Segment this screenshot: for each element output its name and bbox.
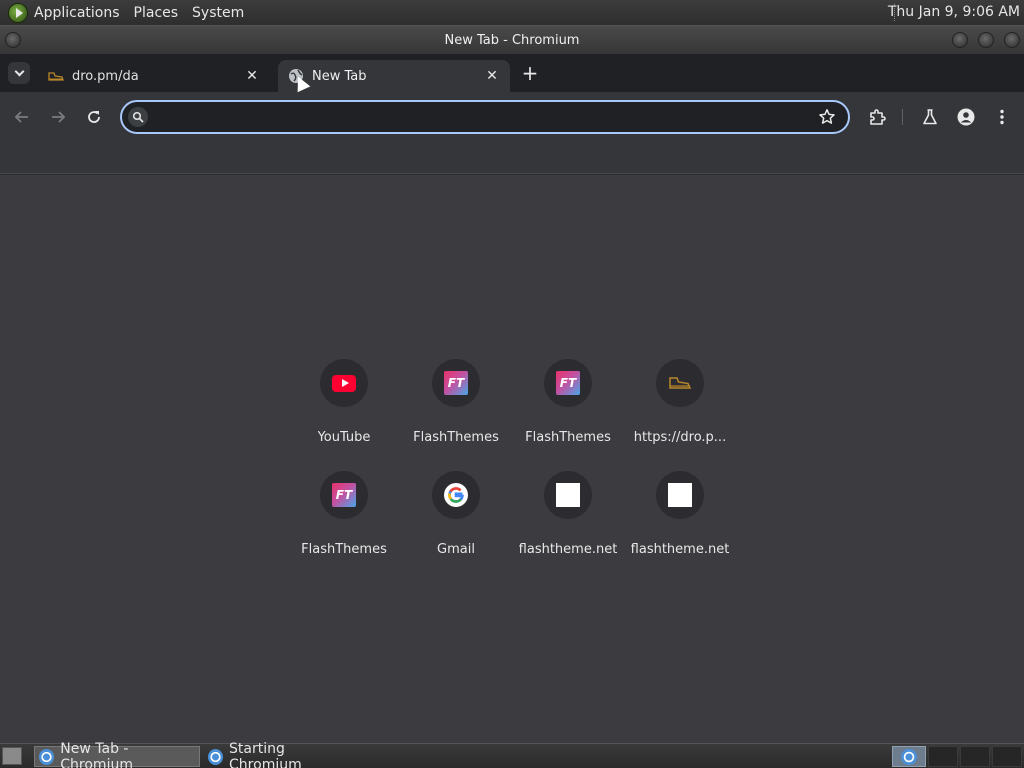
new-tab-button[interactable]: +: [518, 62, 542, 86]
arrow-left-icon: [14, 111, 28, 123]
bookmark-bar: [0, 142, 1024, 174]
window-title: New Tab - Chromium: [444, 32, 580, 48]
workspace-switcher-active[interactable]: [892, 746, 926, 767]
window-titlebar[interactable]: New Tab - Chromium: [0, 25, 1024, 54]
new-tab-page: YouTube FT FlashThemes FT FlashThemes ht…: [0, 175, 1024, 743]
flashthemes-icon: FT: [332, 483, 356, 507]
taskbar-item-new-tab-chromium[interactable]: New Tab - Chromium: [34, 741, 200, 768]
back-button[interactable]: [10, 105, 34, 129]
tab-dro-pm[interactable]: dro.pm/da ✕: [38, 60, 270, 92]
workspace-2[interactable]: [928, 746, 958, 767]
workspace-3[interactable]: [960, 746, 990, 767]
shortcut-icon-circle: [432, 471, 480, 519]
chromium-icon: [901, 748, 917, 765]
youtube-icon: [332, 374, 356, 392]
shortcut-icon-circle: [544, 471, 592, 519]
flashthemes-icon: FT: [444, 371, 468, 395]
maximize-button[interactable]: [978, 32, 994, 48]
bookmark-star-icon[interactable]: [818, 108, 836, 126]
tab-search-button[interactable]: [8, 62, 30, 84]
taskbar-item-starting-chromium[interactable]: Starting Chromium: [204, 741, 354, 768]
places-menu[interactable]: Places: [134, 5, 179, 21]
more-vertical-icon: [1000, 109, 1004, 125]
shortcut-flashtheme-net-2[interactable]: flashtheme.net: [624, 471, 736, 583]
account-icon: [957, 108, 975, 126]
shortcut-dro-pm[interactable]: https://dro.p...: [624, 359, 736, 471]
shortcut-icon-circle: [320, 359, 368, 407]
shortcut-icon-circle: [656, 359, 704, 407]
taskbar-item-label: Starting Chromium: [229, 740, 302, 768]
chevron-down-icon: [14, 66, 24, 76]
puzzle-icon: [870, 109, 886, 125]
distro-logo-icon[interactable]: [8, 2, 28, 23]
minimize-button[interactable]: [952, 32, 968, 48]
search-icon: [128, 107, 148, 127]
labs-button[interactable]: [918, 105, 942, 129]
shortcut-label: FlashThemes: [413, 430, 499, 445]
shortcut-youtube[interactable]: YouTube: [288, 359, 400, 471]
shortcut-flashtheme-net-1[interactable]: flashtheme.net: [512, 471, 624, 583]
shortcut-icon-circle: FT: [432, 359, 480, 407]
shortcut-icon-circle: FT: [320, 471, 368, 519]
blank-page-icon: [668, 483, 692, 507]
arrow-right-icon: [52, 111, 66, 123]
chromium-icon: [208, 748, 224, 765]
toolbar-divider: [902, 109, 903, 125]
shortcut-gmail[interactable]: Gmail: [400, 471, 512, 583]
shortcut-label: FlashThemes: [525, 430, 611, 445]
close-window-button[interactable]: [1004, 32, 1020, 48]
extensions-button[interactable]: [865, 105, 889, 129]
applications-menu[interactable]: Applications: [34, 5, 120, 21]
taskbar-item-label: New Tab - Chromium: [60, 740, 133, 768]
shortcut-flashthemes-3[interactable]: FT FlashThemes: [288, 471, 400, 583]
reload-button[interactable]: [82, 105, 106, 129]
system-top-panel: Applications Places System Thu Jan 9, 9:…: [0, 0, 1024, 25]
shortcut-icon-circle: FT: [544, 359, 592, 407]
shortcut-flashthemes-1[interactable]: FT FlashThemes: [400, 359, 512, 471]
shortcut-label: flashtheme.net: [630, 542, 730, 557]
browser-toolbar: [0, 92, 1024, 142]
shortcut-icon-circle: [656, 471, 704, 519]
system-menu[interactable]: System: [192, 5, 244, 21]
clock[interactable]: Thu Jan 9, 9:06 AM: [888, 4, 1020, 20]
profile-button[interactable]: [954, 105, 978, 129]
blank-page-icon: [556, 483, 580, 507]
window-menu-button[interactable]: [5, 32, 21, 48]
forward-button[interactable]: [46, 105, 70, 129]
tab-new-tab[interactable]: New Tab ✕: [278, 60, 510, 92]
shortcut-label: Gmail: [437, 542, 475, 557]
flask-icon: [923, 109, 937, 125]
shortcut-label: flashtheme.net: [518, 542, 618, 557]
address-input[interactable]: [152, 106, 802, 128]
close-tab-icon[interactable]: ✕: [244, 68, 260, 84]
workspace-4[interactable]: [992, 746, 1022, 767]
chromium-icon: [39, 748, 55, 765]
bottom-taskbar: New Tab - Chromium Starting Chromium: [0, 741, 1024, 768]
shoe-favicon-icon: [48, 72, 64, 81]
shortcut-label: https://dro.p...: [633, 430, 727, 445]
close-tab-icon[interactable]: ✕: [484, 68, 500, 84]
google-icon: [444, 483, 468, 507]
flashthemes-icon: FT: [556, 371, 580, 395]
tab-label: dro.pm/da: [72, 68, 139, 84]
tab-label: New Tab: [312, 68, 367, 84]
shortcut-label: YouTube: [317, 430, 371, 445]
address-bar[interactable]: [120, 100, 850, 134]
tab-strip: dro.pm/da ✕ New Tab ✕: [0, 54, 1024, 92]
shortcut-label: FlashThemes: [301, 542, 387, 557]
shoe-favicon-icon: [669, 377, 692, 389]
show-desktop-icon[interactable]: [2, 747, 22, 765]
menu-button[interactable]: [990, 105, 1014, 129]
reload-icon: [88, 111, 100, 123]
shortcut-flashthemes-2[interactable]: FT FlashThemes: [512, 359, 624, 471]
